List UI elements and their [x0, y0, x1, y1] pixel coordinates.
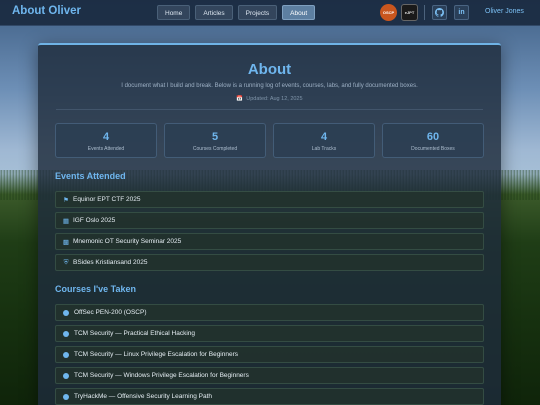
navbar: About Oliver Home Articles Projects Abou…	[0, 0, 540, 26]
stat-label: Documented Boxes	[411, 146, 455, 152]
list-item: ▩ Mnemonic OT Security Seminar 2025	[55, 233, 484, 250]
updated-line: 📅 Updated: Aug 12, 2025	[38, 96, 501, 102]
bullet-icon	[63, 309, 69, 316]
page-title: About	[247, 61, 292, 78]
list-item: ▦ IGF Oslo 2025	[55, 212, 484, 229]
list-item: TCM Security — Linux Privilege Escalatio…	[55, 346, 484, 363]
oscp-badge-text: OSCP	[382, 10, 395, 15]
updated-text: Updated: Aug 12, 2025	[246, 96, 303, 102]
course-label: TCM Security — Linux Privilege Escalatio…	[74, 351, 239, 358]
course-label: TCM Security — Practical Ethical Hacking	[74, 330, 196, 337]
building-icon: ▦	[62, 217, 70, 225]
nav-articles-link[interactable]: Articles	[195, 5, 233, 20]
course-label: TCM Security — Windows Privilege Escalat…	[74, 372, 249, 379]
linkedin-icon[interactable]: in	[454, 5, 469, 20]
bullet-icon	[63, 372, 69, 379]
divider	[56, 109, 483, 110]
list-item: TCM Security — Practical Ethical Hacking	[55, 325, 484, 342]
ejpt-badge-text: eJPT	[404, 10, 415, 15]
oscp-badge-icon[interactable]: OSCP	[380, 4, 397, 21]
event-label: IGF Oslo 2025	[73, 217, 116, 224]
flag-icon: ⚑	[63, 196, 69, 204]
event-label: Mnemonic OT Security Seminar 2025	[73, 238, 182, 245]
events-section-title: Events Attended	[55, 171, 126, 181]
event-label: Equinor EPT CTF 2025	[73, 196, 141, 203]
stat-value: 4	[320, 131, 328, 143]
event-label: BSides Kristiansand 2025	[73, 259, 148, 266]
list-item: TryHackMe — Offensive Security Learning …	[55, 388, 484, 405]
nav-about-link[interactable]: About	[282, 5, 316, 20]
github-icon[interactable]	[432, 5, 447, 20]
courses-section-title: Courses I've Taken	[55, 284, 137, 294]
bullet-icon	[63, 351, 69, 358]
owner-name-link[interactable]: Oliver Jones	[485, 8, 524, 15]
stat-courses: 5 Courses Completed	[164, 123, 266, 158]
nav-home-link[interactable]: Home	[157, 5, 191, 20]
shield-icon: ⛨	[63, 258, 69, 266]
list-item: OffSec PEN-200 (OSCP)	[55, 304, 484, 321]
list-item: ⛨ BSides Kristiansand 2025	[55, 254, 484, 271]
intro-text: I document what I build and break. Below…	[121, 83, 418, 89]
stat-value: 4	[102, 131, 110, 143]
about-card: About I document what I build and break.…	[38, 43, 501, 405]
nav-projects-link[interactable]: Projects	[237, 5, 278, 20]
bullet-icon	[63, 393, 69, 400]
nav-links: Home Articles Projects About	[157, 5, 316, 20]
stat-label: Lab Tracks	[311, 146, 337, 152]
course-label: OffSec PEN-200 (OSCP)	[74, 309, 147, 316]
calendar-icon: 📅	[236, 96, 244, 102]
stat-label: Events Attended	[87, 146, 125, 152]
site-brand[interactable]: About Oliver	[12, 5, 81, 17]
stat-label: Courses Completed	[192, 146, 238, 152]
factory-icon: ▩	[62, 238, 70, 246]
list-item: TCM Security — Windows Privilege Escalat…	[55, 367, 484, 384]
bullet-icon	[63, 330, 69, 337]
stat-boxes: 60 Documented Boxes	[382, 123, 484, 158]
stat-events: 4 Events Attended	[55, 123, 157, 158]
ejpt-badge-icon[interactable]: eJPT	[401, 4, 418, 21]
nav-divider	[424, 5, 425, 20]
course-label: TryHackMe — Offensive Security Learning …	[74, 393, 213, 400]
list-item: ⚑ Equinor EPT CTF 2025	[55, 191, 484, 208]
stat-labs: 4 Lab Tracks	[273, 123, 375, 158]
stat-value: 5	[211, 131, 219, 143]
stat-value: 60	[426, 131, 440, 143]
